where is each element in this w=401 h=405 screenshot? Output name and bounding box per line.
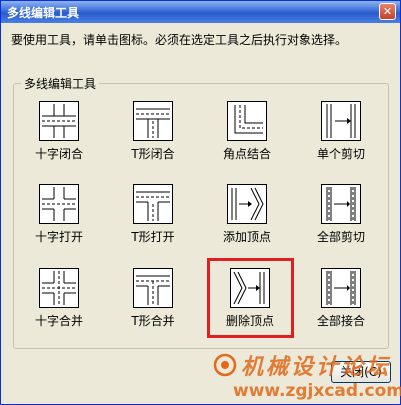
tool-tee-merged[interactable]: T形合并 [113, 268, 193, 338]
tool-label: T形闭合 [131, 147, 175, 161]
dialog-window: 多线编辑工具 ✕ 要使用工具，请单击图标。必须在选定工具之后执行对象选择。 多线… [0, 0, 401, 405]
weld-all-icon [321, 268, 361, 308]
cut-single-icon [321, 101, 361, 141]
close-icon[interactable]: ✕ [379, 3, 396, 20]
tool-label: 全部接合 [316, 314, 365, 328]
tool-label: 十字闭合 [34, 147, 83, 161]
tool-label: 十字合并 [34, 314, 83, 328]
tool-corner-joint[interactable]: 角点结合 [207, 101, 287, 171]
cross-open-icon [39, 184, 79, 224]
instruction-text: 要使用工具，请单击图标。必须在选定工具之后执行对象选择。 [11, 33, 348, 47]
tool-label: 十字打开 [34, 230, 83, 244]
watermark-url: www.zgjxcad.com [233, 381, 401, 401]
tool-label: T形合并 [131, 314, 175, 328]
tee-open-icon [133, 184, 173, 224]
group-label: 多线编辑工具 [21, 75, 100, 92]
tool-weld-all[interactable]: 全部接合 [301, 268, 381, 338]
tool-label: 角点结合 [222, 147, 271, 161]
corner-joint-icon [227, 101, 267, 141]
tool-cross-closed[interactable]: 十字闭合 [19, 101, 99, 171]
selection-highlight [207, 258, 294, 338]
tool-cross-open[interactable]: 十字打开 [19, 184, 99, 254]
tool-label: 单个剪切 [316, 147, 365, 161]
title-bar[interactable]: 多线编辑工具 ✕ [1, 1, 400, 23]
tool-cut-single[interactable]: 单个剪切 [301, 101, 381, 171]
tee-merged-icon [133, 268, 173, 308]
tool-add-vertex[interactable]: 添加顶点 [207, 184, 287, 254]
tool-label: 全部剪切 [316, 230, 365, 244]
cross-merged-icon [39, 268, 79, 308]
cut-all-icon [321, 184, 361, 224]
tee-closed-icon [133, 101, 173, 141]
tool-cross-merged[interactable]: 十字合并 [19, 268, 99, 338]
add-vertex-icon [227, 184, 267, 224]
window-title: 多线编辑工具 [7, 6, 80, 20]
tool-tee-closed[interactable]: T形闭合 [113, 101, 193, 171]
cross-closed-icon [39, 101, 79, 141]
tool-cut-all[interactable]: 全部剪切 [301, 184, 381, 254]
watermark: 机械设计论坛 www.zgjxcad.com [213, 349, 401, 404]
watermark-text: 机械设计论坛 [241, 354, 392, 380]
tool-tee-open[interactable]: T形打开 [113, 184, 193, 254]
tool-label: T形打开 [131, 230, 175, 244]
tool-label: 添加顶点 [222, 230, 271, 244]
watermark-logo-icon [213, 353, 237, 377]
